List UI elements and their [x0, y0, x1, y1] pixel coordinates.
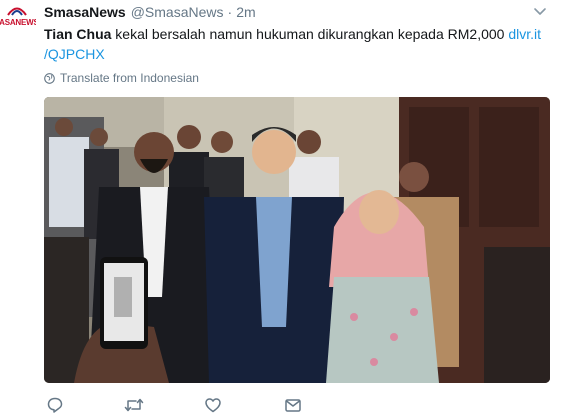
tweet-text-body: kekal bersalah namun hukuman dikurangkan… — [111, 26, 509, 42]
retweet-button[interactable] — [124, 396, 144, 414]
photo-image — [44, 97, 550, 383]
direct-message-button[interactable] — [284, 396, 304, 414]
tweet-text-bold: Tian Chua — [44, 26, 112, 42]
envelope-icon — [285, 399, 301, 412]
avatar-logo-text: SASANEWS — [0, 18, 36, 27]
separator-dot: · — [227, 4, 233, 20]
author-name[interactable]: SmasaNews — [44, 4, 126, 20]
translate-label: Translate from Indonesian — [60, 71, 199, 85]
tweet-link-part1[interactable]: dlvr.it — [508, 26, 541, 42]
author-handle[interactable]: @SmasaNews — [131, 4, 224, 20]
tweet-text: Tian Chua kekal bersalah namun hukuman d… — [44, 24, 564, 64]
like-button[interactable] — [204, 396, 224, 414]
reply-icon — [47, 397, 63, 413]
tweet-actions — [44, 396, 344, 416]
like-icon — [205, 398, 221, 413]
avatar[interactable]: SASANEWS — [0, 0, 36, 44]
smasanews-logo-mark — [7, 7, 27, 16]
tweet-header: SmasaNews @SmasaNews · 2m — [44, 4, 256, 22]
globe-icon — [44, 72, 55, 84]
retweet-icon — [124, 398, 144, 412]
translate-button[interactable]: Translate from Indonesian — [44, 70, 199, 86]
chevron-down-icon[interactable] — [533, 6, 547, 18]
reply-button[interactable] — [46, 396, 66, 414]
tweet-photo[interactable] — [44, 97, 550, 383]
tweet-link-part2[interactable]: /QJPCHX — [44, 46, 105, 62]
tweet-timestamp[interactable]: 2m — [236, 4, 255, 20]
